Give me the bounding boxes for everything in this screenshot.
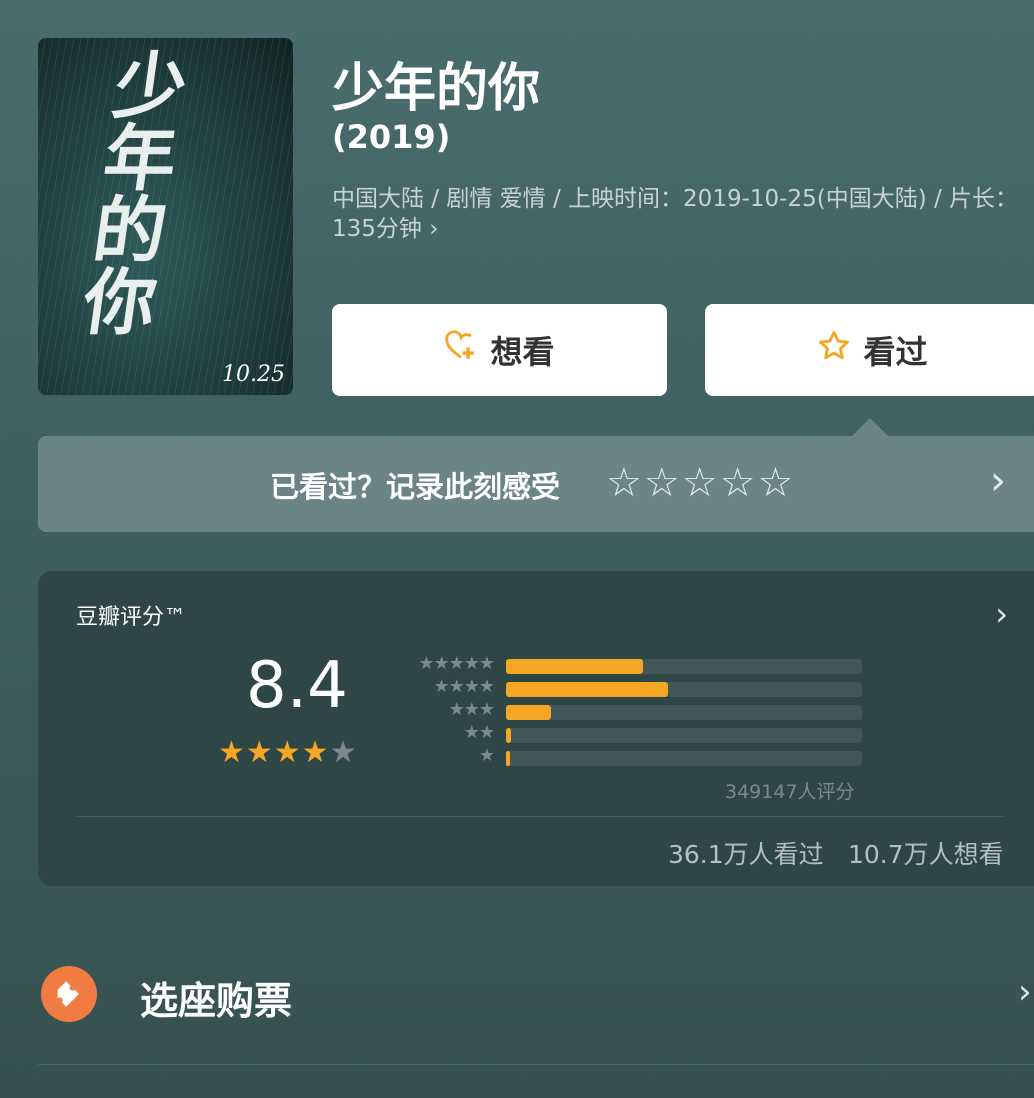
rating-distribution-row: ★★	[404, 722, 864, 743]
chevron-right-icon: ›	[990, 458, 1006, 504]
chevron-right-icon: ›	[995, 595, 1008, 633]
row-stars-label: ★★★★★	[418, 653, 495, 674]
record-prompt: 已看过？记录此刻感受	[270, 470, 561, 504]
record-feeling-bar[interactable]: 已看过？记录此刻感受 ☆☆☆☆☆ ›	[38, 436, 1034, 532]
stars-filled: ★★★★	[218, 735, 330, 770]
heart-plus-icon	[444, 329, 478, 372]
bar-track	[506, 705, 862, 720]
rating-distribution-row: ★★★	[404, 699, 864, 720]
bar-track	[506, 659, 862, 674]
rating-label: 豆瓣评分™	[76, 605, 187, 630]
buy-ticket-label[interactable]: 选座购票	[140, 970, 292, 1025]
bar-track	[506, 682, 862, 697]
bar-fill	[506, 751, 510, 766]
bar-fill	[506, 682, 668, 697]
want-to-watch-button[interactable]: 想看	[332, 304, 667, 396]
bar-track	[506, 728, 862, 743]
movie-poster[interactable]: 少年的你 10.25	[38, 38, 293, 395]
record-pointer	[852, 418, 888, 436]
rating-stars: ★★★★★	[218, 735, 357, 770]
divider	[76, 816, 1004, 817]
watched-button[interactable]: 看过	[705, 304, 1034, 396]
poster-date: 10.25	[222, 362, 285, 387]
movie-meta[interactable]: 中国大陆 / 剧情 爱情 / 上映时间：2019-10-25(中国大陆) / 片…	[332, 184, 1032, 244]
bar-fill	[506, 705, 551, 720]
row-stars-label: ★★	[463, 722, 495, 743]
rating-distribution-row: ★★★★★	[404, 653, 864, 674]
seen-count: 36.1万人看过	[668, 840, 824, 869]
rate-stars[interactable]: ☆☆☆☆☆	[606, 460, 795, 506]
seen-label: 看过	[863, 333, 928, 371]
stars-empty: ★	[329, 735, 358, 770]
bar-track	[506, 751, 862, 766]
row-stars-label: ★	[478, 745, 495, 766]
ticket-icon	[41, 966, 97, 1022]
row-stars-label: ★★★	[448, 699, 495, 720]
star-outline-icon	[817, 329, 851, 372]
rating-distribution-row: ★★★★	[404, 676, 864, 697]
rating-count: 349147人评分	[725, 781, 855, 803]
bar-fill	[506, 728, 512, 743]
chevron-right-icon: ›	[1018, 972, 1032, 1012]
douban-rating-card[interactable]: 豆瓣评分™ › 8.4 ★★★★★ ★★★★★ ★★★★ ★★★ ★★ ★ 34…	[38, 571, 1034, 886]
bar-fill	[506, 659, 644, 674]
want-label: 想看	[490, 333, 555, 371]
rating-score: 8.4	[246, 649, 348, 723]
rating-distribution-row: ★	[404, 745, 864, 766]
row-stars-label: ★★★★	[433, 676, 495, 697]
chevron-right-icon: ›	[429, 216, 439, 242]
wish-count: 10.7万人想看	[848, 840, 1004, 869]
divider	[38, 1064, 1034, 1065]
movie-year: (2019)	[332, 118, 451, 156]
movie-title: 少年的你	[332, 59, 541, 119]
